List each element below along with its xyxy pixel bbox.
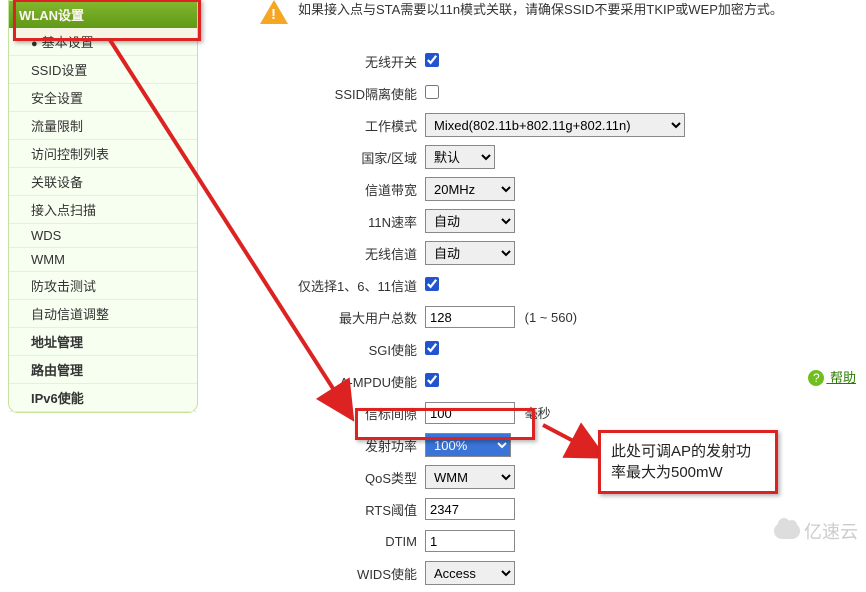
sidebar-item-assoc[interactable]: 关联设备	[9, 168, 197, 196]
select-11nrate[interactable]: 自动	[425, 209, 515, 233]
input-maxusers[interactable]	[425, 306, 515, 328]
sidebar-item-label: WDS	[31, 228, 61, 243]
select-workmode[interactable]: Mixed(802.11b+802.11g+802.11n)	[425, 113, 685, 137]
cloud-icon	[774, 523, 800, 539]
watermark-text: 亿速云	[804, 518, 858, 544]
label-ssid-iso: SSID隔离使能	[260, 84, 425, 103]
hint-maxusers: (1 ~ 560)	[525, 310, 577, 325]
watermark: 亿速云	[774, 518, 858, 544]
sidebar-item-label: IPv6使能	[31, 391, 84, 406]
sidebar-item-addr[interactable]: 地址管理	[9, 328, 197, 356]
sidebar-item-label: 关联设备	[31, 175, 83, 190]
sidebar-item-label: SSID设置	[31, 63, 87, 78]
label-qos: QoS类型	[260, 468, 425, 487]
label-channel: 无线信道	[260, 244, 425, 263]
sidebar-item-attack[interactable]: 防攻击测试	[9, 272, 197, 300]
label-wireless: 无线开关	[260, 52, 425, 71]
sidebar-list: 基本设置 SSID设置 安全设置 流量限制 访问控制列表 关联设备 接入点扫描 …	[9, 28, 197, 412]
notice-text: 如果接入点与STA需要以11n模式关联，请确保SSID不要采用TKIP或WEP加…	[298, 0, 783, 20]
notice: ! 如果接入点与STA需要以11n模式关联，请确保SSID不要采用TKIP或WE…	[260, 0, 860, 28]
sidebar-item-wmm[interactable]: WMM	[9, 248, 197, 272]
select-txpower[interactable]: 100%	[425, 433, 511, 457]
label-rts: RTS阈值	[260, 500, 425, 519]
content: ! 如果接入点与STA需要以11n模式关联，请确保SSID不要采用TKIP或WE…	[260, 0, 860, 592]
select-wids[interactable]: Access	[425, 561, 515, 585]
warning-icon: !	[260, 0, 288, 28]
select-qos[interactable]: WMM	[425, 465, 515, 489]
select-bandwidth[interactable]: 20MHz	[425, 177, 515, 201]
sidebar-item-autochan[interactable]: 自动信道调整	[9, 300, 197, 328]
label-workmode: 工作模式	[260, 116, 425, 135]
label-11nrate: 11N速率	[260, 212, 425, 231]
sidebar-item-label: 接入点扫描	[31, 203, 96, 218]
label-only1611: 仅选择1、6、11信道	[260, 276, 425, 295]
label-dtim: DTIM	[260, 534, 425, 549]
label-bandwidth: 信道带宽	[260, 180, 425, 199]
sidebar-item-label: 防攻击测试	[31, 279, 96, 294]
select-country[interactable]: 默认	[425, 145, 495, 169]
sidebar-item-ipv6[interactable]: IPv6使能	[9, 384, 197, 412]
label-maxusers: 最大用户总数	[260, 308, 425, 327]
checkbox-ampdu[interactable]	[425, 373, 439, 387]
checkbox-ssid-iso[interactable]	[425, 85, 439, 99]
label-country: 国家/区域	[260, 148, 425, 167]
annotation-callout: 此处可调AP的发射功率最大为500mW	[598, 430, 778, 494]
hint-beacon: 毫秒	[525, 406, 551, 421]
label-beacon: 信标间隙	[260, 404, 425, 423]
input-rts[interactable]	[425, 498, 515, 520]
sidebar-item-label: 访问控制列表	[31, 147, 109, 162]
label-wids: WIDS使能	[260, 564, 425, 583]
sidebar-item-label: 地址管理	[31, 335, 83, 350]
sidebar: WLAN设置 基本设置 SSID设置 安全设置 流量限制 访问控制列表 关联设备…	[8, 0, 198, 413]
checkbox-sgi[interactable]	[425, 341, 439, 355]
checkbox-only1611[interactable]	[425, 277, 439, 291]
sidebar-item-scan[interactable]: 接入点扫描	[9, 196, 197, 224]
label-txpower: 发射功率	[260, 436, 425, 455]
sidebar-item-label: 自动信道调整	[31, 307, 109, 322]
sidebar-item-route[interactable]: 路由管理	[9, 356, 197, 384]
sidebar-item-label: 路由管理	[31, 363, 83, 378]
sidebar-item-traffic[interactable]: 流量限制	[9, 112, 197, 140]
label-sgi: SGI使能	[260, 340, 425, 359]
sidebar-item-label: WMM	[31, 252, 65, 267]
input-dtim[interactable]	[425, 530, 515, 552]
sidebar-item-security[interactable]: 安全设置	[9, 84, 197, 112]
sidebar-item-label: 安全设置	[31, 91, 83, 106]
sidebar-item-label: 基本设置	[42, 35, 94, 50]
sidebar-item-ssid[interactable]: SSID设置	[9, 56, 197, 84]
input-beacon[interactable]	[425, 402, 515, 424]
checkbox-wireless[interactable]	[425, 53, 439, 67]
sidebar-item-basic[interactable]: 基本设置	[9, 28, 197, 56]
select-channel[interactable]: 自动	[425, 241, 515, 265]
label-ampdu: A-MPDU使能	[260, 372, 425, 391]
sidebar-item-wds[interactable]: WDS	[9, 224, 197, 248]
sidebar-item-label: 流量限制	[31, 119, 83, 134]
sidebar-header[interactable]: WLAN设置	[9, 1, 197, 28]
sidebar-item-acl[interactable]: 访问控制列表	[9, 140, 197, 168]
